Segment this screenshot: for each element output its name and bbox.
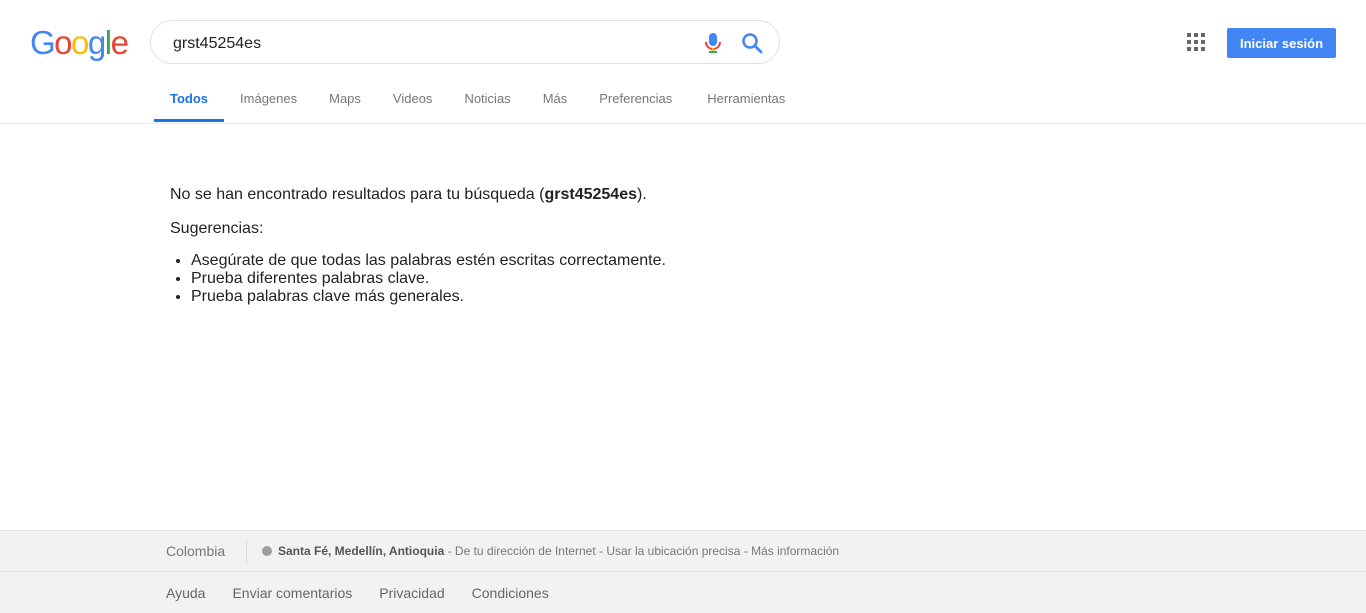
- logo-letter: G: [30, 24, 56, 61]
- tab-videos[interactable]: Videos: [377, 80, 449, 120]
- suggestions-title: Sugerencias:: [170, 220, 264, 237]
- footer-link-condiciones[interactable]: Condiciones: [472, 585, 549, 601]
- suggestion-item: Asegúrate de que todas las palabras esté…: [191, 252, 870, 270]
- google-logo[interactable]: Google: [30, 24, 129, 62]
- location-source: - De tu dirección de Internet -: [444, 544, 607, 558]
- no-results-prefix: No se han encontrado resultados para tu …: [170, 186, 545, 203]
- no-results-message: No se han encontrado resultados para tu …: [170, 184, 870, 206]
- footer-link-ayuda[interactable]: Ayuda: [166, 585, 205, 601]
- footer-location-bar: Colombia Santa Fé, Medellín, Antioquia -…: [0, 530, 1366, 572]
- tab-mas[interactable]: Más: [527, 80, 584, 120]
- use-precise-location-link[interactable]: Usar la ubicación precisa: [606, 544, 740, 558]
- tab-noticias[interactable]: Noticias: [448, 80, 526, 120]
- tab-maps[interactable]: Maps: [313, 80, 377, 120]
- suggestion-item: Prueba palabras clave más generales.: [191, 288, 870, 306]
- suggestions-list: Asegúrate de que todas las palabras esté…: [170, 252, 870, 306]
- signin-button[interactable]: Iniciar sesión: [1227, 28, 1336, 58]
- location-name: Santa Fé, Medellín, Antioquia: [278, 544, 445, 558]
- more-info-link[interactable]: Más información: [751, 544, 839, 558]
- location-dot-icon: [262, 546, 272, 556]
- tab-preferencias[interactable]: Preferencias: [583, 80, 688, 120]
- logo-letter: o: [71, 24, 89, 61]
- search-tabs: Todos Imágenes Maps Videos Noticias Más …: [154, 80, 801, 123]
- search-icon[interactable]: [741, 32, 763, 54]
- footer-location: Santa Fé, Medellín, Antioquia - De tu di…: [262, 544, 839, 558]
- footer-divider: [246, 540, 247, 564]
- suggestion-item: Prueba diferentes palabras clave.: [191, 270, 870, 288]
- footer-link-privacidad[interactable]: Privacidad: [379, 585, 444, 601]
- logo-letter: e: [110, 24, 129, 61]
- tab-herramientas[interactable]: Herramientas: [688, 80, 801, 120]
- footer-links: Ayuda Enviar comentarios Privacidad Cond…: [166, 585, 576, 601]
- results-area: No se han encontrado resultados para tu …: [170, 184, 870, 306]
- location-dash: -: [740, 544, 752, 558]
- tab-todos[interactable]: Todos: [154, 80, 225, 122]
- footer-link-enviar-comentarios[interactable]: Enviar comentarios: [232, 585, 352, 601]
- search-input[interactable]: [171, 31, 675, 57]
- logo-letter: o: [54, 24, 72, 61]
- footer: Colombia Santa Fé, Medellín, Antioquia -…: [0, 530, 1366, 613]
- apps-grid-icon[interactable]: [1186, 32, 1206, 52]
- search-box: [150, 20, 780, 64]
- tab-imagenes[interactable]: Imágenes: [224, 80, 313, 120]
- header: Google Iniciar sesión: [0, 0, 1366, 124]
- logo-letter: g: [87, 24, 106, 61]
- microphone-icon[interactable]: [703, 32, 723, 54]
- no-results-query: grst45254es: [544, 186, 637, 203]
- footer-country: Colombia: [166, 543, 226, 559]
- no-results-suffix: ).: [637, 186, 647, 203]
